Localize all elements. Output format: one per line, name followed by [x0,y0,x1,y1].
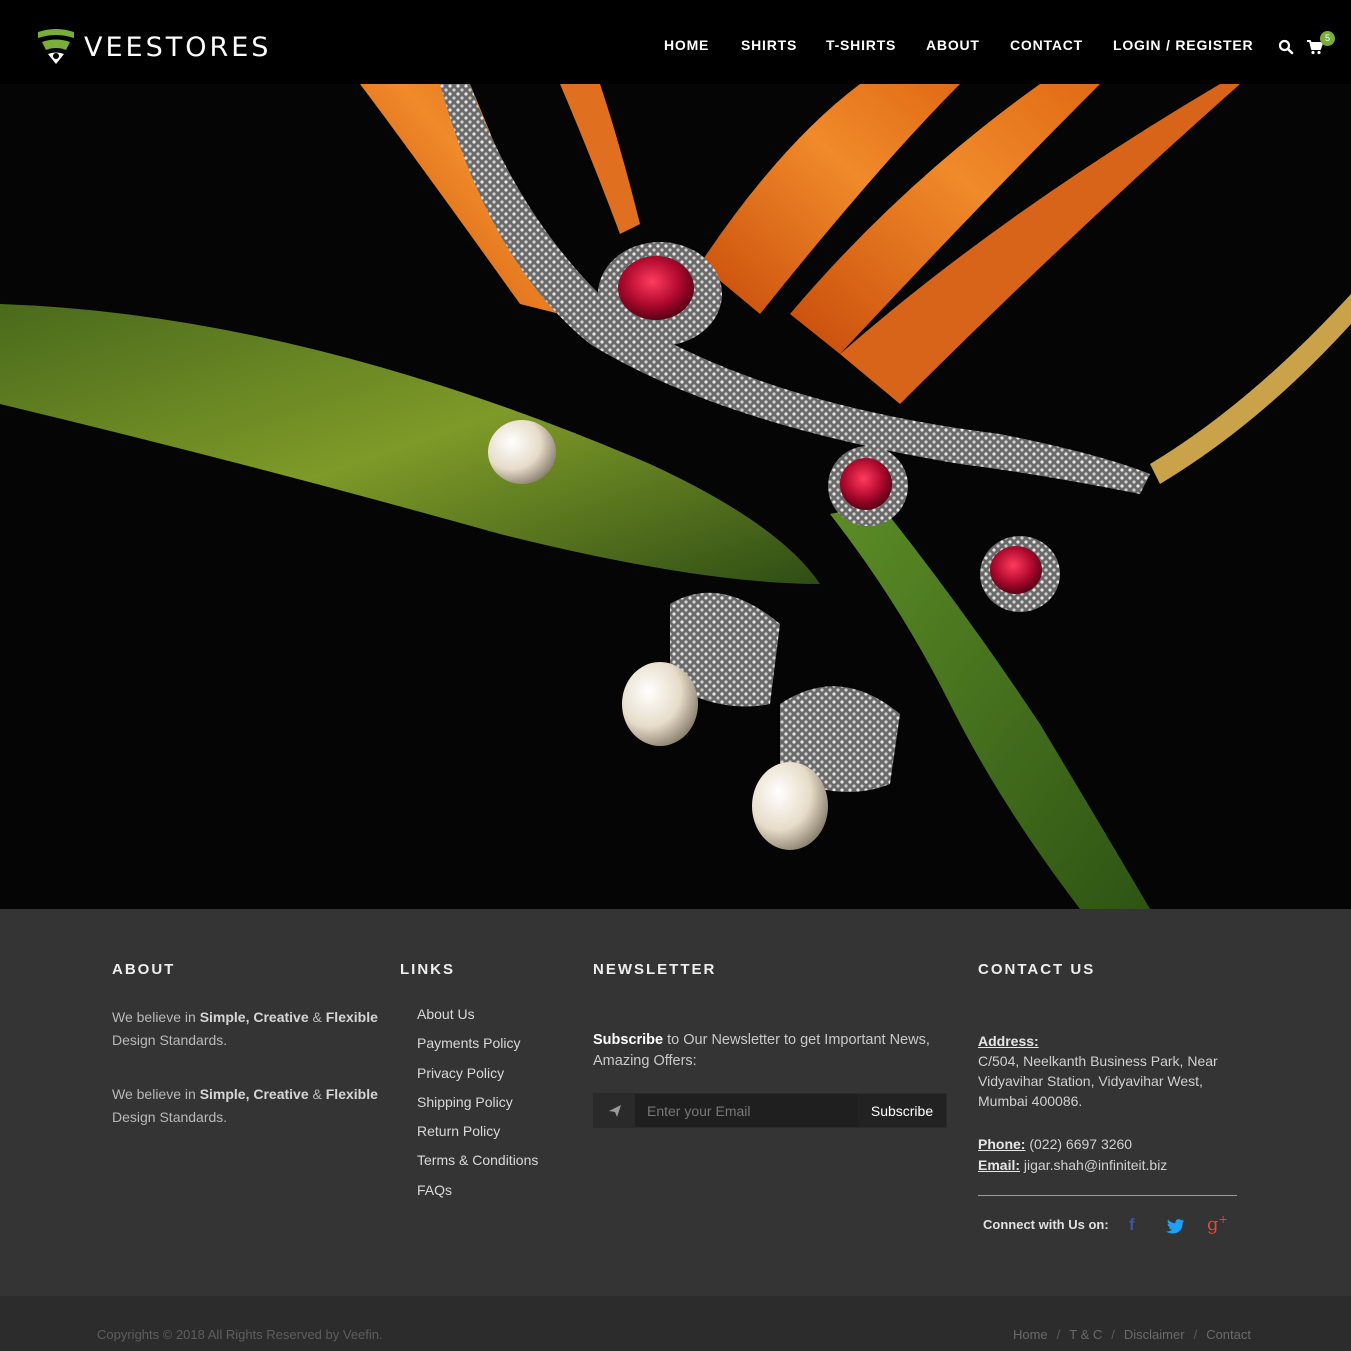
contact-address: Address: C/504, Neelkanth Business Park,… [978,1031,1238,1111]
newsletter-form: Subscribe [593,1093,947,1128]
newsletter-description: Subscribe to Our Newsletter to get Impor… [593,1032,930,1069]
separator: / [1056,1327,1061,1342]
footer-link-about-us[interactable]: About Us [417,1006,538,1035]
footer-link-return-policy[interactable]: Return Policy [417,1123,538,1152]
footer-link-shipping-policy[interactable]: Shipping Policy [417,1094,538,1123]
about-title: ABOUT [112,961,176,978]
hero-banner [0,84,1351,909]
separator: / [1111,1327,1115,1342]
main-nav: HOME SHIRTS T-SHIRTS ABOUT CONTACT LOGIN… [0,37,1351,57]
address-value: C/504, Neelkanth Business Park, Near Vid… [978,1053,1218,1109]
nav-tshirts[interactable]: T-SHIRTS [826,37,896,53]
contact-title: CONTACT US [978,961,1096,978]
newsletter-title: NEWSLETTER [593,961,717,978]
phone-label: Phone: [978,1136,1026,1152]
bottom-link-tc[interactable]: T & C [1069,1327,1102,1342]
nav-login-register[interactable]: LOGIN / REGISTER [1113,37,1253,53]
nav-contact[interactable]: CONTACT [1010,37,1083,53]
google-plus-icon[interactable]: g+ [1207,1213,1228,1235]
separator: / [1193,1327,1198,1342]
links-title: LINKS [400,961,455,978]
site-header: VEESTORES HOME SHIRTS T-SHIRTS ABOUT CON… [0,0,1351,84]
nav-home[interactable]: HOME [664,37,709,53]
bottom-link-contact[interactable]: Contact [1206,1327,1251,1342]
nav-about[interactable]: ABOUT [926,37,980,53]
nav-shirts[interactable]: SHIRTS [741,37,797,53]
connect-label: Connect with Us on: [983,1217,1109,1232]
contact-email: Email: jigar.shah@infiniteit.biz [978,1155,1238,1175]
bottom-bar: Copyrights © 2018 All Rights Reserved by… [0,1296,1351,1351]
footer-link-terms[interactable]: Terms & Conditions [417,1152,538,1181]
bottom-link-home[interactable]: Home [1013,1327,1048,1342]
search-icon[interactable] [1277,38,1295,56]
about-paragraph-2: We believe in Simple, Creative & Flexibl… [112,1086,378,1125]
subscribe-button[interactable]: Subscribe [858,1094,946,1127]
site-footer: ABOUT We believe in Simple, Creative & F… [0,909,1351,1296]
email-label: Email: [978,1157,1021,1173]
facebook-icon[interactable]: f [1129,1215,1135,1235]
contact-phone: Phone: (022) 6697 3260 [978,1134,1238,1154]
footer-link-privacy-policy[interactable]: Privacy Policy [417,1065,538,1094]
about-paragraph-1: We believe in Simple, Creative & Flexibl… [112,1009,378,1048]
address-label: Address: [978,1033,1039,1049]
footer-links-list: About Us Payments Policy Privacy Policy … [417,1006,538,1211]
twitter-icon[interactable] [1165,1218,1185,1235]
paper-plane-icon [594,1094,635,1127]
bottom-links: Home / T & C / Disclaimer / Contact [1013,1327,1251,1342]
email-value[interactable]: jigar.shah@infiniteit.biz [1020,1157,1167,1173]
phone-value: (022) 6697 3260 [1025,1136,1133,1152]
hero-jewelry-image [0,84,1351,909]
bottom-link-disclaimer[interactable]: Disclaimer [1124,1327,1185,1342]
copyright-text: Copyrights © 2018 All Rights Reserved by… [97,1327,383,1342]
cart-count-badge: 5 [1320,31,1335,46]
footer-link-faqs[interactable]: FAQs [417,1182,538,1211]
newsletter-email-input[interactable] [635,1094,858,1127]
contact-divider [978,1195,1237,1196]
footer-link-payments-policy[interactable]: Payments Policy [417,1035,538,1064]
